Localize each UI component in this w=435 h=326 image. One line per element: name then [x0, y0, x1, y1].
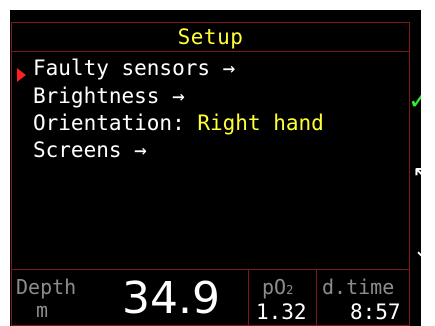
menu-item-label: Orientation: [33, 111, 198, 135]
menu-item-label: Brightness → [33, 84, 185, 108]
depth-label: Depth [16, 275, 77, 299]
status-bar: Depth m 34.9 pO2 1.32 d.time 8:57 [11, 269, 410, 326]
menu-item-label: Screens → [33, 138, 147, 162]
menu-item-label: Faulty sensors → [33, 56, 236, 80]
dive-time-label: d.time [322, 275, 395, 299]
dive-computer-screen: Setup Faulty sensors → Brightness → Orie… [10, 10, 421, 326]
menu-item-value: Right hand [197, 111, 324, 135]
menu-item-screens[interactable]: Screens → [33, 138, 147, 162]
arrow-down-icon[interactable]: ↓ [413, 238, 421, 263]
menu-item-orientation[interactable]: Orientation: Right hand [33, 111, 324, 135]
check-icon[interactable]: ✓ [408, 86, 421, 116]
selection-cursor-icon [17, 68, 26, 82]
po2-value: 1.32 [256, 300, 307, 324]
dive-time-value: 8:57 [350, 300, 401, 324]
po2-label: pO2 [262, 275, 294, 299]
status-divider [248, 270, 249, 326]
menu-item-faulty-sensors[interactable]: Faulty sensors → [33, 56, 235, 80]
status-divider [316, 270, 317, 326]
depth-unit: m [36, 298, 49, 322]
arrow-up-left-icon[interactable]: ↖ [412, 160, 421, 188]
page-title: Setup [11, 22, 410, 52]
depth-value: 34.9 [122, 273, 220, 324]
menu-item-brightness[interactable]: Brightness → [33, 84, 185, 108]
